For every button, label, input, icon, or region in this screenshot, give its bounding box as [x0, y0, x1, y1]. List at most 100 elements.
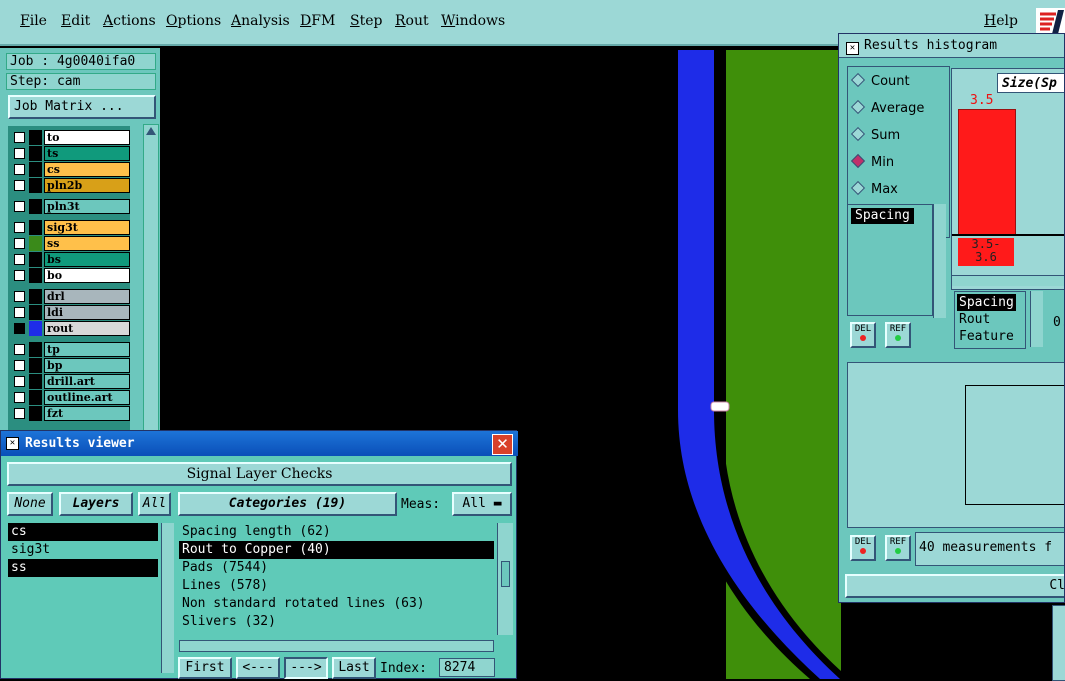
prev-button[interactable]: <--- [236, 657, 280, 679]
layer-name[interactable]: drl [44, 289, 130, 304]
next-button[interactable]: ---> [284, 657, 328, 679]
layer-name[interactable]: bo [44, 268, 130, 283]
layer-name[interactable]: ss [44, 236, 130, 251]
layer-swatch[interactable] [29, 220, 42, 235]
del-button-2[interactable]: DEL [850, 535, 876, 561]
results-viewer-title[interactable]: Results viewer [1, 431, 518, 456]
radio-icon[interactable] [850, 126, 866, 142]
category-list[interactable]: Spacing length (62) Rout to Copper (40) Pa… [179, 523, 494, 635]
close-button[interactable]: ✕ [492, 434, 513, 455]
layer-swatch[interactable] [29, 358, 42, 373]
layer-swatch[interactable] [29, 178, 42, 193]
ref-button-2[interactable]: REF [885, 535, 911, 561]
layer-row-bp[interactable]: bp [10, 358, 130, 373]
layer-name[interactable]: drill.art [44, 374, 130, 389]
measure-list[interactable]: Spacing [847, 204, 933, 316]
job-matrix-button[interactable]: Job Matrix ... [8, 95, 156, 119]
category-item[interactable]: Lines (578) [179, 577, 494, 595]
list-item[interactable]: Feature [955, 328, 1025, 345]
category-item[interactable]: Pads (7544) [179, 559, 494, 577]
category-scrollbar[interactable] [497, 523, 513, 635]
layer-scrollbar[interactable] [143, 124, 159, 436]
list-item[interactable]: Spacing [957, 294, 1016, 311]
layer-name[interactable]: ldi [44, 305, 130, 320]
layer-row-tp[interactable]: tp [10, 342, 130, 357]
menu-help[interactable]: Help [984, 13, 1018, 29]
results-histogram-title[interactable]: Results histogram [839, 34, 1064, 58]
meas-select[interactable]: All ▬ [452, 492, 512, 516]
layer-swatch[interactable] [29, 130, 42, 145]
mode-radio-max[interactable]: Max [850, 180, 898, 197]
checkbox[interactable] [14, 148, 25, 159]
layer-swatch[interactable] [29, 406, 42, 421]
measure-scrollbar[interactable] [933, 204, 946, 318]
layer-row-pln2b[interactable]: pln2b [10, 178, 130, 193]
scroll-up-icon[interactable] [146, 127, 156, 135]
layer-row-bo[interactable]: bo [10, 268, 130, 283]
radio-icon[interactable] [850, 72, 866, 88]
category-hscrollbar[interactable] [179, 640, 494, 652]
radio-icon[interactable] [850, 180, 866, 196]
checkbox[interactable] [14, 180, 25, 191]
layer-swatch[interactable] [29, 236, 42, 251]
layer-swatch[interactable] [29, 305, 42, 320]
layer-swatch[interactable] [29, 252, 42, 267]
layer-result-list[interactable]: cs sig3t ss [8, 523, 158, 673]
radio-icon[interactable] [850, 153, 866, 169]
index-input[interactable]: 8274 [439, 658, 495, 677]
layer-name[interactable]: sig3t [44, 220, 130, 235]
layer-swatch[interactable] [29, 289, 42, 304]
layer-row-bs[interactable]: bs [10, 252, 130, 267]
checkbox[interactable] [14, 408, 25, 419]
none-button[interactable]: None [7, 492, 53, 516]
list-item[interactable]: cs [8, 523, 158, 541]
mode-radio-min[interactable]: Min [850, 153, 894, 170]
mode-radio-sum[interactable]: Sum [850, 126, 900, 143]
layer-name[interactable]: fzt [44, 406, 130, 421]
layer-list-scrollbar[interactable] [161, 523, 174, 673]
signal-layer-checks-button[interactable]: Signal Layer Checks [7, 462, 512, 486]
layer-name[interactable]: tp [44, 342, 130, 357]
layer-row-cs[interactable]: cs [10, 162, 130, 177]
checkbox[interactable] [14, 392, 25, 403]
first-button[interactable]: First [178, 657, 232, 679]
checkbox[interactable] [14, 254, 25, 265]
layer-row-ts[interactable]: ts [10, 146, 130, 161]
menu-options[interactable]: Options [166, 13, 221, 29]
menu-rout[interactable]: Rout [395, 13, 429, 29]
menu-file[interactable]: File [20, 13, 47, 29]
layer-name[interactable]: outline.art [44, 390, 130, 405]
layer-swatch[interactable] [29, 268, 42, 283]
checkbox[interactable] [14, 323, 25, 334]
checkbox[interactable] [14, 164, 25, 175]
list-item[interactable]: ss [8, 559, 158, 577]
menu-actions[interactable]: Actions [103, 13, 156, 29]
checkbox[interactable] [14, 360, 25, 371]
checkbox[interactable] [14, 132, 25, 143]
mode-radio-count[interactable]: Count [850, 72, 910, 89]
list-item[interactable]: Spacing [851, 208, 914, 224]
histogram-bar[interactable] [958, 109, 1016, 235]
layer-swatch[interactable] [29, 162, 42, 177]
category-item[interactable]: Spacing length (62) [179, 523, 494, 541]
del-button[interactable]: DEL [850, 322, 876, 348]
menu-windows[interactable]: Windows [441, 13, 505, 29]
category-item[interactable]: Non standard rotated lines (63) [179, 595, 494, 613]
close-button[interactable]: Cl [845, 574, 1064, 598]
layer-name[interactable]: bs [44, 252, 130, 267]
checkbox[interactable] [14, 222, 25, 233]
category-item[interactable]: Rout to Copper (40) [179, 541, 494, 559]
layer-swatch[interactable] [29, 199, 42, 214]
layer-row-to[interactable]: to [10, 130, 130, 145]
checkbox[interactable] [14, 238, 25, 249]
checkbox[interactable] [14, 201, 25, 212]
layer-row-outline-art[interactable]: outline.art [10, 390, 130, 405]
ref-button[interactable]: REF [885, 322, 911, 348]
layer-row-sig3t[interactable]: sig3t [10, 220, 130, 235]
layer-row-drl[interactable]: drl [10, 289, 130, 304]
layer-name[interactable]: rout [44, 321, 130, 336]
last-button[interactable]: Last [332, 657, 376, 679]
checkbox[interactable] [14, 291, 25, 302]
layer-swatch[interactable] [29, 146, 42, 161]
attribute-scrollbar[interactable] [1030, 291, 1043, 347]
